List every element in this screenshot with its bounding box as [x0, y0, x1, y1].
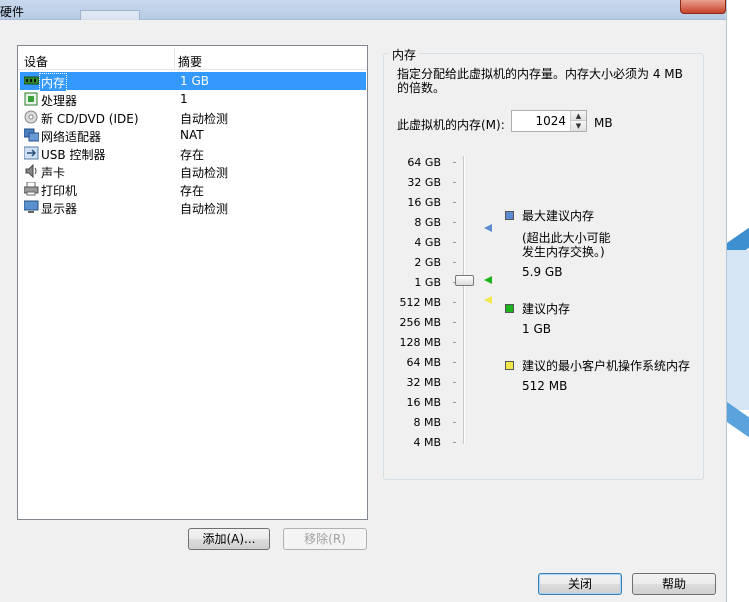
- memory-slider-thumb[interactable]: [455, 275, 474, 286]
- device-name: 新 CD/DVD (IDE): [41, 112, 139, 126]
- device-list-header: 设备 摘要: [18, 46, 367, 70]
- scale-label: 4 GB: [414, 236, 441, 249]
- sound-card-icon: [25, 164, 37, 178]
- recommended-value: 1 GB: [522, 322, 551, 336]
- recommended-marker: [484, 276, 492, 284]
- min-recommended-value: 512 MB: [522, 379, 568, 393]
- device-row-usb-controller[interactable]: USB 控制器 存在: [20, 144, 366, 162]
- device-name: 内存: [38, 73, 68, 92]
- scale-label: 16 GB: [407, 196, 441, 209]
- background-tab: [80, 10, 140, 20]
- scale-label: 8 MB: [413, 416, 441, 429]
- max-recommended-note-1: (超出此大小可能: [522, 231, 611, 245]
- scale-label: 32 GB: [407, 176, 441, 189]
- processor-icon: [24, 92, 38, 106]
- printer-icon: [24, 182, 39, 196]
- device-name: 声卡: [41, 166, 66, 180]
- add-button[interactable]: 添加(A)...: [188, 528, 270, 550]
- desktop-background: [726, 0, 749, 602]
- device-summary: 自动检测: [180, 112, 229, 126]
- max-recommended-swatch: [505, 211, 514, 220]
- device-list[interactable]: 设备 摘要 内存 1 GB 处理器 1 新 CD/DVD (IDE) 自动检测: [17, 45, 368, 520]
- scale-label: 1 GB: [414, 276, 441, 289]
- min-recommended-marker: [484, 296, 492, 304]
- recommended-swatch: [505, 304, 514, 313]
- device-row-network-adapter[interactable]: 网络适配器 NAT: [20, 126, 366, 144]
- column-header-device[interactable]: 设备: [24, 53, 48, 70]
- memory-slider-track[interactable]: [463, 156, 465, 444]
- scale-label: 2 GB: [414, 256, 441, 269]
- device-summary: 存在: [180, 184, 205, 198]
- min-recommended-swatch: [505, 361, 514, 370]
- max-recommended-marker: [484, 224, 492, 232]
- usb-icon: [24, 146, 39, 160]
- device-name: 网络适配器: [41, 130, 102, 144]
- window-title: 硬件: [0, 5, 25, 19]
- recommended-title: 建议内存: [522, 302, 571, 316]
- device-row-sound-card[interactable]: 声卡 自动检测: [20, 162, 366, 180]
- memory-description: 指定分配给此虚拟机的内存量。内存大小必须为 4 MB 的倍数。: [397, 67, 683, 95]
- spin-up-button[interactable]: ▲: [571, 111, 586, 121]
- memory-icon: [24, 76, 39, 85]
- memory-unit: MB: [594, 116, 613, 130]
- scale-label: 32 MB: [406, 376, 441, 389]
- help-button[interactable]: 帮助: [632, 573, 716, 595]
- scale-label: 4 MB: [413, 436, 441, 449]
- device-name: 处理器: [41, 94, 78, 108]
- device-summary: 自动检测: [180, 202, 229, 216]
- memory-spinbox[interactable]: 1024 ▲ ▼: [511, 110, 587, 132]
- network-adapter-icon: [24, 128, 39, 142]
- scale-label: 128 MB: [399, 336, 441, 349]
- memory-group-title: 内存: [389, 46, 420, 63]
- device-row-processor[interactable]: 处理器 1: [20, 90, 366, 108]
- memory-field-label: 此虚拟机的内存(M):: [397, 118, 505, 132]
- remove-button[interactable]: 移除(R): [283, 528, 367, 550]
- max-recommended-value: 5.9 GB: [522, 265, 563, 279]
- device-name: 显示器: [41, 202, 78, 216]
- device-summary: NAT: [180, 128, 204, 142]
- device-row-memory[interactable]: 内存 1 GB: [20, 72, 366, 92]
- device-row-cd-dvd[interactable]: 新 CD/DVD (IDE) 自动检测: [20, 108, 366, 126]
- scale-label: 16 MB: [406, 396, 441, 409]
- scale-label: 64 MB: [406, 356, 441, 369]
- device-name: USB 控制器: [41, 148, 106, 162]
- scale-label: 256 MB: [399, 316, 441, 329]
- max-recommended-note-2: 发生内存交换。): [522, 245, 605, 259]
- scale-label: 8 GB: [414, 216, 441, 229]
- memory-value[interactable]: 1024: [535, 114, 566, 128]
- device-name: 打印机: [41, 184, 78, 198]
- device-summary: 自动检测: [180, 166, 229, 180]
- spin-down-button[interactable]: ▼: [571, 121, 586, 131]
- device-summary: 1 GB: [180, 74, 209, 88]
- device-summary: 1: [180, 92, 188, 106]
- column-header-summary[interactable]: 摘要: [178, 53, 202, 70]
- cd-dvd-icon: [24, 110, 38, 124]
- min-recommended-title: 建议的最小客户机操作系统内存: [522, 359, 691, 373]
- device-summary: 存在: [180, 148, 205, 162]
- scale-label: 64 GB: [407, 156, 441, 169]
- device-row-display[interactable]: 显示器 自动检测: [20, 198, 366, 216]
- window-close-button[interactable]: [680, 0, 726, 14]
- max-recommended-title: 最大建议内存: [522, 209, 595, 223]
- title-bar: 硬件: [0, 0, 749, 20]
- device-row-printer[interactable]: 打印机 存在: [20, 180, 366, 198]
- scale-label: 512 MB: [399, 296, 441, 309]
- display-icon: [24, 200, 39, 213]
- close-button[interactable]: 关闭: [538, 573, 622, 595]
